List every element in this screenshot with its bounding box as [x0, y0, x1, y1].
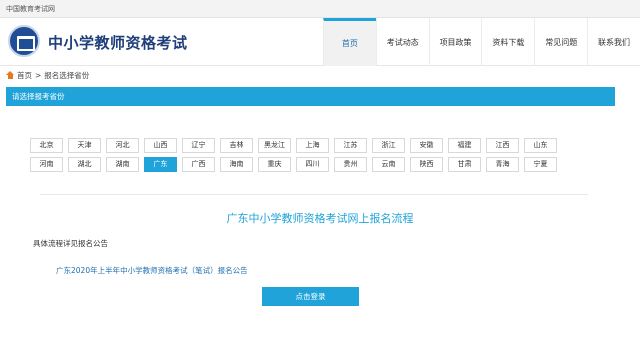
- province-beijing[interactable]: 北京: [30, 138, 63, 153]
- top-site-name: 中国教育考试网: [6, 5, 55, 13]
- flow-title: 广东中小学教师资格考试网上报名流程: [226, 212, 414, 225]
- province-hebei[interactable]: 河北: [106, 138, 139, 153]
- province-ningxia[interactable]: 宁夏: [524, 157, 557, 172]
- province-heilongjiang[interactable]: 黑龙江: [258, 138, 291, 153]
- breadcrumb-separator: >: [35, 70, 42, 80]
- province-guangdong[interactable]: 广东: [144, 157, 177, 172]
- nav-item-home[interactable]: 首页: [323, 18, 376, 66]
- top-bar: 中国教育考试网: [0, 0, 640, 18]
- site-title[interactable]: 中小学教师资格考试: [48, 32, 188, 53]
- logo-icon[interactable]: [8, 25, 40, 57]
- detail-label: 具体流程详见报名公告: [33, 239, 108, 248]
- province-jilin[interactable]: 吉林: [220, 138, 253, 153]
- province-shanghai[interactable]: 上海: [296, 138, 329, 153]
- notice-link[interactable]: 广东2020年上半年中小学教师资格考试（笔试）报名公告: [56, 265, 248, 276]
- province-henan[interactable]: 河南: [30, 157, 63, 172]
- nav-item-downloads[interactable]: 资料下载: [481, 18, 534, 66]
- province-row-2: 河南 湖北 湖南 广东 广西 海南 重庆 四川 贵州 云南 陕西 甘肃 青海 宁…: [30, 157, 582, 172]
- province-hainan[interactable]: 海南: [220, 157, 253, 172]
- province-shaanxi[interactable]: 陕西: [410, 157, 443, 172]
- province-guangxi[interactable]: 广西: [182, 157, 215, 172]
- province-grid: 北京 天津 河北 山西 辽宁 吉林 黑龙江 上海 江苏 浙江 安徽 福建 江西 …: [30, 138, 582, 176]
- province-chongqing[interactable]: 重庆: [258, 157, 291, 172]
- province-hunan[interactable]: 湖南: [106, 157, 139, 172]
- province-anhui[interactable]: 安徽: [410, 138, 443, 153]
- province-shanxi[interactable]: 山西: [144, 138, 177, 153]
- login-button[interactable]: 点击登录: [262, 287, 359, 306]
- nav-item-policy[interactable]: 项目政策: [428, 18, 482, 66]
- province-jiangsu[interactable]: 江苏: [334, 138, 367, 153]
- province-shandong[interactable]: 山东: [524, 138, 557, 153]
- province-fujian[interactable]: 福建: [448, 138, 481, 153]
- nav-item-exam-news[interactable]: 考试动态: [375, 18, 429, 66]
- province-row-1: 北京 天津 河北 山西 辽宁 吉林 黑龙江 上海 江苏 浙江 安徽 福建 江西 …: [30, 138, 582, 153]
- province-jiangxi[interactable]: 江西: [486, 138, 519, 153]
- main-nav: 首页 考试动态 项目政策 资料下载 常见问题 联系我们: [323, 18, 640, 66]
- province-yunnan[interactable]: 云南: [372, 157, 405, 172]
- breadcrumb: 首页 > 报名选择省份: [6, 69, 89, 81]
- province-sichuan[interactable]: 四川: [296, 157, 329, 172]
- nav-item-faq[interactable]: 常见问题: [534, 18, 587, 66]
- province-hubei[interactable]: 湖北: [68, 157, 101, 172]
- home-icon: [6, 71, 14, 79]
- section-header: 请选择报考省份: [6, 87, 615, 106]
- divider: [40, 194, 588, 195]
- province-gansu[interactable]: 甘肃: [448, 157, 481, 172]
- province-tianjin[interactable]: 天津: [68, 138, 101, 153]
- province-liaoning[interactable]: 辽宁: [182, 138, 215, 153]
- breadcrumb-current: 报名选择省份: [44, 70, 90, 80]
- province-guizhou[interactable]: 贵州: [334, 157, 367, 172]
- breadcrumb-home[interactable]: 首页: [17, 70, 32, 81]
- nav-item-contact[interactable]: 联系我们: [587, 18, 640, 66]
- province-qinghai[interactable]: 青海: [486, 157, 519, 172]
- province-zhejiang[interactable]: 浙江: [372, 138, 405, 153]
